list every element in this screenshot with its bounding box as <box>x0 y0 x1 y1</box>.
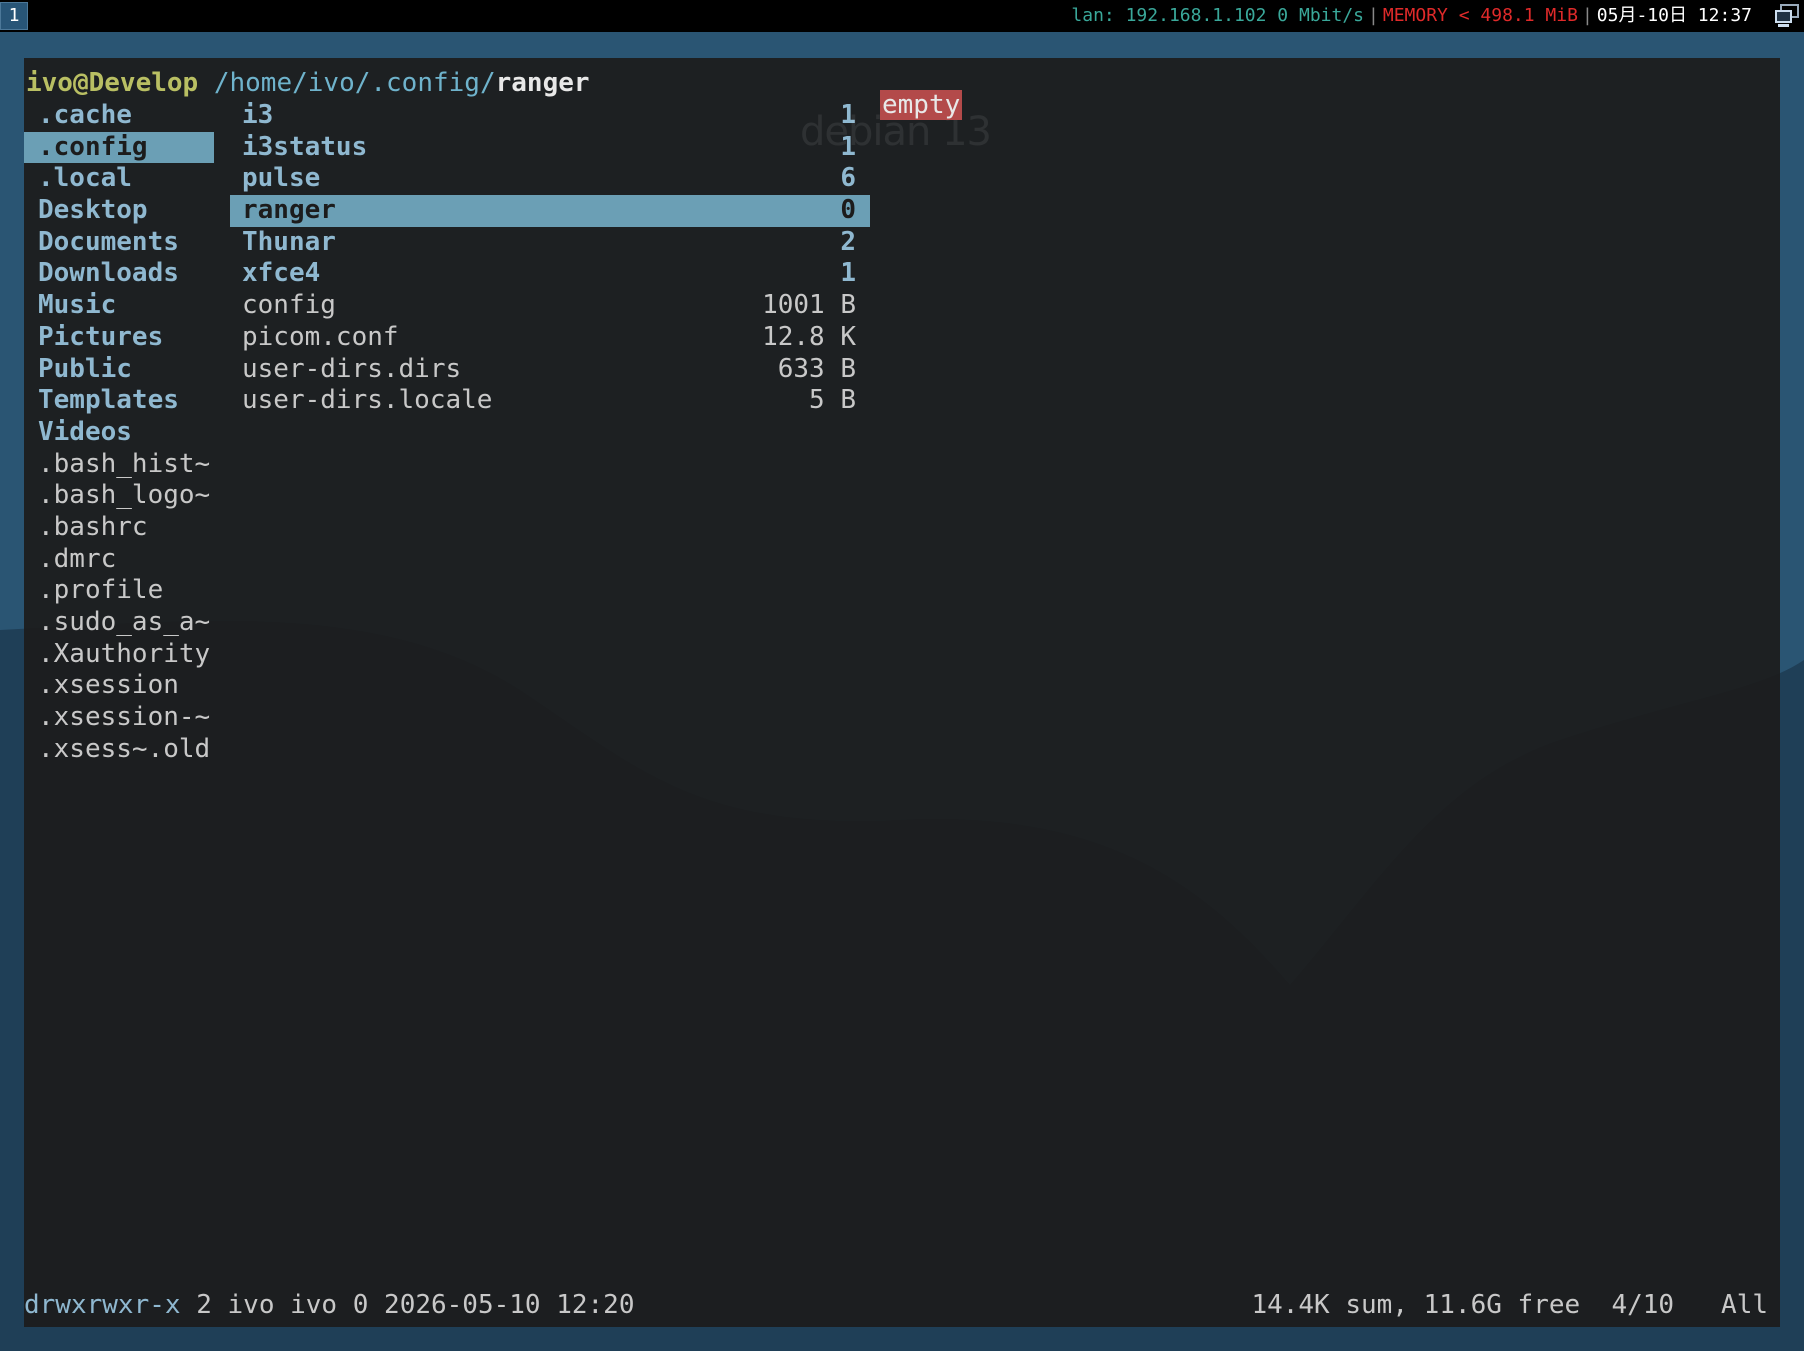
entry-name: .config <box>38 131 148 162</box>
entry-name: .local <box>38 163 132 194</box>
file-entry[interactable]: .xsess~.old <box>24 734 214 766</box>
status-separator: | <box>1581 5 1593 26</box>
directory-entry[interactable]: Music <box>24 290 214 322</box>
directory-entry[interactable]: Documents <box>24 227 214 259</box>
memory-status: MEMORY < 498.1 MiB <box>1382 5 1578 26</box>
entry-size: 1001 B <box>762 290 856 321</box>
entry-name: ranger <box>242 195 336 226</box>
file-entry[interactable]: .bash_hist~ <box>24 449 214 481</box>
path-header: ivo@Develop /home/ivo/.config/ranger <box>26 68 590 100</box>
system-status: lan: 192.168.1.102 0 Mbit/s | MEMORY < 498… <box>1071 0 1752 32</box>
directory-entry[interactable]: Thunar 2 <box>230 227 870 259</box>
entry-name: .bashrc <box>38 511 148 542</box>
entry-size: 6 <box>840 163 856 194</box>
entry-name: .xsess~.old <box>38 733 211 764</box>
directory-entry[interactable]: Downloads <box>24 258 214 290</box>
dir-summary: 14.4K sum, 11.6G free 4/10 All <box>1251 1290 1768 1320</box>
entry-name: .xsession <box>38 670 179 701</box>
file-details: 2 ivo ivo 0 2026-05-10 12:20 <box>180 1290 635 1320</box>
permissions: drwxrwxr-x <box>24 1290 181 1320</box>
clock: 05月-10日 12:37 <box>1596 5 1752 26</box>
file-entry[interactable]: picom.conf 12.8 K <box>230 322 870 354</box>
entry-name: Public <box>38 353 132 384</box>
entry-size: 5 B <box>809 385 856 416</box>
entry-name: i3status <box>242 131 368 162</box>
lan-status: lan: 192.168.1.102 0 Mbit/s <box>1071 5 1365 26</box>
directory-entry[interactable]: i3status 1 <box>230 132 870 164</box>
entry-name: Music <box>38 290 117 321</box>
entry-name: Pictures <box>38 321 164 352</box>
entry-size: 12.8 K <box>762 321 856 352</box>
directory-entry[interactable]: Desktop <box>24 195 214 227</box>
file-entry[interactable]: .bash_logo~ <box>24 480 214 512</box>
file-entry[interactable]: .dmrc <box>24 544 214 576</box>
directory-entry[interactable]: .cache <box>24 100 214 132</box>
directory-entry[interactable]: Templates <box>24 385 214 417</box>
user-host: ivo@Develop <box>26 68 199 98</box>
entry-name: .dmrc <box>38 543 117 574</box>
directory-entry[interactable]: Public <box>24 354 214 386</box>
file-entry[interactable]: user-dirs.dirs 633 B <box>230 354 870 386</box>
entry-size: 633 B <box>777 353 856 384</box>
entry-name: i3 <box>242 100 274 130</box>
entry-name: .bash_hist~ <box>38 448 211 479</box>
entry-name: .sudo_as_a~ <box>38 607 211 637</box>
file-entry[interactable]: .bashrc <box>24 512 214 544</box>
file-entry[interactable]: .profile <box>24 575 214 607</box>
preview-empty-badge: empty <box>880 90 963 120</box>
entry-size: 0 <box>840 195 856 226</box>
entry-name: .xsession-~ <box>38 702 211 733</box>
directory-entry[interactable]: ranger 0 <box>230 195 870 227</box>
entry-name: Templates <box>38 385 179 416</box>
top-status-bar: 1 lan: 192.168.1.102 0 Mbit/s | MEMORY < 4… <box>0 0 1804 32</box>
file-entry[interactable]: .sudo_as_a~ <box>24 607 214 639</box>
entry-name: .bash_logo~ <box>38 480 211 511</box>
entry-name: pulse <box>242 163 321 194</box>
entry-name: user-dirs.dirs <box>242 353 462 384</box>
file-entry[interactable]: config 1001 B <box>230 290 870 322</box>
entry-name: xfce4 <box>242 258 321 289</box>
entry-size: 1 <box>840 258 856 289</box>
parent-path: /home/ivo/.config/ <box>213 68 496 98</box>
directory-entry[interactable]: .config <box>24 131 214 164</box>
entry-name: Thunar <box>242 226 336 257</box>
directory-entry[interactable]: xfce4 1 <box>230 258 870 290</box>
directory-entry[interactable]: i3 1 <box>230 100 870 132</box>
current-column: i3 1 i3status 1 pulse 6 ranger 0 Thunar 2 xfce4 1 co… <box>230 100 870 417</box>
directory-entry[interactable]: .local <box>24 163 214 195</box>
parent-column: .cache .config .local Desktop Documents Downl… <box>24 100 214 765</box>
file-entry[interactable]: user-dirs.locale 5 B <box>230 385 870 417</box>
file-entry[interactable]: .xsession <box>24 670 214 702</box>
file-entry[interactable]: .xsession-~ <box>24 702 214 734</box>
entry-name: .Xauthority <box>38 638 211 669</box>
workspace-button[interactable]: 1 <box>0 2 28 30</box>
directory-entry[interactable]: pulse 6 <box>230 163 870 195</box>
entry-name: .cache <box>38 100 132 130</box>
entry-name: Desktop <box>38 195 148 226</box>
ranger-terminal[interactable]: ivo@Develop /home/ivo/.config/ranger .ca… <box>24 58 1780 1327</box>
file-info: drwxrwxr-x 2 ivo ivo 0 2026-05-10 12:20 <box>24 1290 635 1322</box>
file-entry[interactable]: .Xauthority <box>24 639 214 671</box>
entry-name: picom.conf <box>242 321 399 352</box>
network-icon[interactable] <box>1774 4 1800 28</box>
entry-size: 2 <box>840 226 856 257</box>
entry-name: config <box>242 290 336 321</box>
directory-entry[interactable]: Pictures <box>24 322 214 354</box>
entry-name: Downloads <box>38 258 179 289</box>
entry-name: Videos <box>38 416 132 447</box>
entry-name: Documents <box>38 226 179 257</box>
current-dir: ranger <box>495 68 590 98</box>
entry-name: user-dirs.locale <box>242 385 493 416</box>
entry-name: .profile <box>38 575 164 606</box>
directory-entry[interactable]: Videos <box>24 417 214 449</box>
status-separator: | <box>1368 5 1379 26</box>
